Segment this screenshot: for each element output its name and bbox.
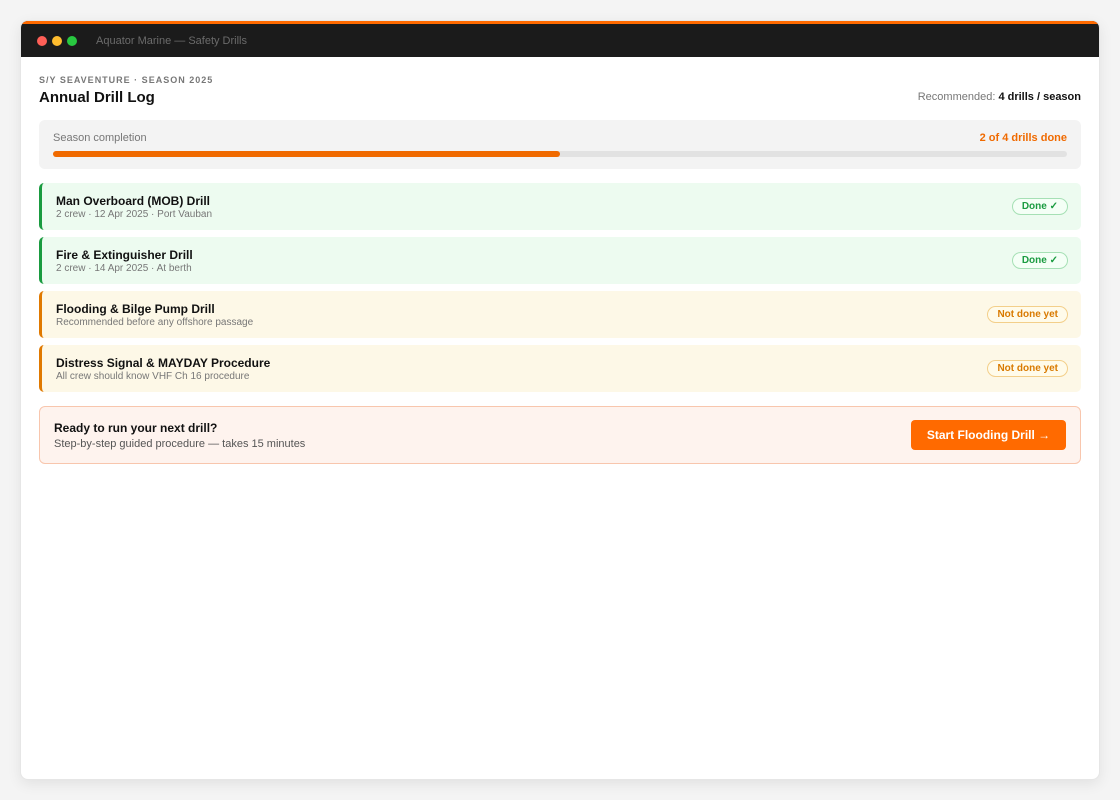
- vessel-season-label: S/Y SEAVENTURE · SEASON 2025: [39, 75, 214, 85]
- start-flooding-drill-button[interactable]: Start Flooding Drill →: [911, 420, 1066, 450]
- minimize-window-button[interactable]: [52, 35, 62, 46]
- drill-detail: Recommended before any offshore passage: [56, 316, 254, 328]
- drill-name: Flooding & Bilge Pump Drill: [56, 301, 215, 316]
- progress-bar: [53, 151, 1067, 157]
- drill-detail: 2 crew · 12 Apr 2025 · Port Vauban: [56, 208, 213, 220]
- drill-name: Man Overboard (MOB) Drill: [56, 193, 211, 208]
- next-drill-banner: Ready to run your next drill? Step-by-st…: [39, 406, 1081, 464]
- drill-status-badge: Not done yet: [987, 360, 1068, 377]
- page-title: Annual Drill Log: [39, 89, 155, 106]
- drill-name: Distress Signal & MAYDAY Procedure: [56, 355, 271, 370]
- title-block: S/Y SEAVENTURE · SEASON 2025 Annual Dril…: [39, 73, 213, 106]
- close-window-button[interactable]: [37, 35, 47, 46]
- cta-title: Ready to run your next drill?: [54, 420, 218, 435]
- drill-name: Fire & Extinguisher Drill: [56, 247, 193, 262]
- drill-item[interactable]: Fire & Extinguisher Drill 2 crew · 14 Ap…: [39, 237, 1081, 284]
- drill-detail: All crew should know VHF Ch 16 procedure: [56, 370, 250, 382]
- drill-status-badge: Done ✓: [1011, 252, 1068, 269]
- cta-subtitle: Step-by-step guided procedure — takes 15…: [54, 437, 306, 450]
- window-title: Aquator Marine — Safety Drills: [96, 34, 247, 47]
- drill-detail: 2 crew · 14 Apr 2025 · At berth: [56, 262, 192, 274]
- drill-status-badge: Not done yet: [987, 306, 1068, 323]
- recommendation-note: Recommended: 4 drills / season: [918, 91, 1081, 103]
- drill-item[interactable]: Flooding & Bilge Pump Drill Recommended …: [39, 291, 1081, 338]
- main-content: S/Y SEAVENTURE · SEASON 2025 Annual Dril…: [21, 57, 1099, 464]
- progress-bar-fill: [53, 151, 560, 157]
- drill-item[interactable]: Man Overboard (MOB) Drill 2 crew · 12 Ap…: [39, 183, 1081, 230]
- app-window: Aquator Marine — Safety Drills S/Y SEAVE…: [20, 20, 1100, 780]
- progress-count: 2 of 4 drills done: [979, 132, 1067, 144]
- page-header: S/Y SEAVENTURE · SEASON 2025 Annual Dril…: [39, 73, 1081, 106]
- recommendation-value: 4 drills / season: [998, 91, 1081, 103]
- title-bar: Aquator Marine — Safety Drills: [21, 21, 1099, 57]
- drill-item[interactable]: Distress Signal & MAYDAY Procedure All c…: [39, 345, 1081, 392]
- drill-list: Man Overboard (MOB) Drill 2 crew · 12 Ap…: [39, 183, 1081, 392]
- recommendation-label: Recommended:: [917, 91, 996, 103]
- progress-label: Season completion: [53, 132, 147, 144]
- season-progress-card: Season completion 2 of 4 drills done: [39, 120, 1081, 169]
- drill-status-badge: Done ✓: [1011, 198, 1068, 215]
- maximize-window-button[interactable]: [67, 35, 77, 46]
